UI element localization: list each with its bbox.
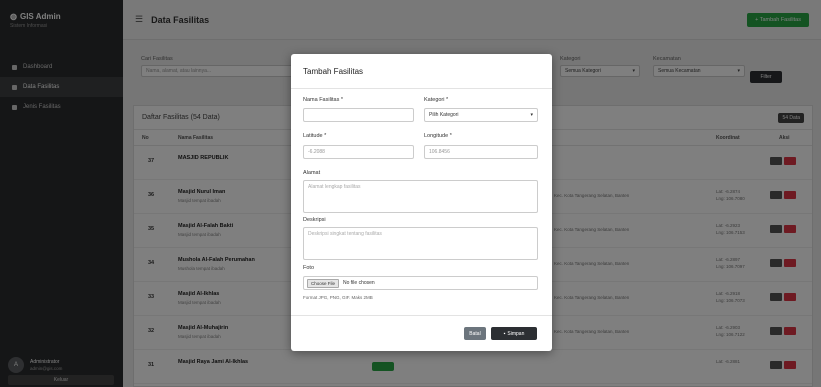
name-label: Nama Fasilitas *: [303, 97, 344, 103]
name-input[interactable]: [303, 108, 414, 122]
modal-title: Tambah Fasilitas: [303, 66, 364, 76]
description-label: Deskripsi: [303, 217, 326, 223]
address-textarea[interactable]: Alamat lengkap fasilitas: [303, 180, 538, 213]
address-label: Alamat: [303, 170, 321, 176]
latitude-label: Latitude *: [303, 133, 327, 139]
add-facility-modal: Tambah Fasilitas Nama Fasilitas * Katego…: [291, 54, 552, 351]
modal-footer: Batal ▪ Simpan: [291, 315, 552, 351]
photo-file-input[interactable]: Choose File No file chosen: [303, 276, 538, 290]
longitude-input[interactable]: 106.8456: [424, 145, 538, 159]
category-select-value: Pilih Kategori: [429, 112, 459, 118]
latitude-input[interactable]: -6.2088: [303, 145, 414, 159]
save-icon: ▪: [503, 330, 506, 337]
photo-label: Foto: [303, 265, 315, 271]
longitude-label: Longitude *: [424, 133, 452, 139]
save-button[interactable]: ▪ Simpan: [491, 327, 537, 340]
chevron-down-icon: ▾: [530, 112, 533, 118]
category-select[interactable]: Pilih Kategori ▾: [424, 108, 538, 122]
file-status: No file chosen: [343, 280, 375, 286]
category-label: Kategori *: [424, 97, 449, 103]
choose-file-button[interactable]: Choose File: [307, 278, 340, 288]
file-hint: Format JPG, PNG, GIF. Maks 2MB: [303, 295, 373, 300]
cancel-button[interactable]: Batal: [464, 327, 486, 340]
description-textarea[interactable]: Deskripsi singkat tentang fasilitas: [303, 227, 538, 260]
modal-header: Tambah Fasilitas: [291, 54, 552, 89]
save-button-label: Simpan: [507, 330, 525, 337]
